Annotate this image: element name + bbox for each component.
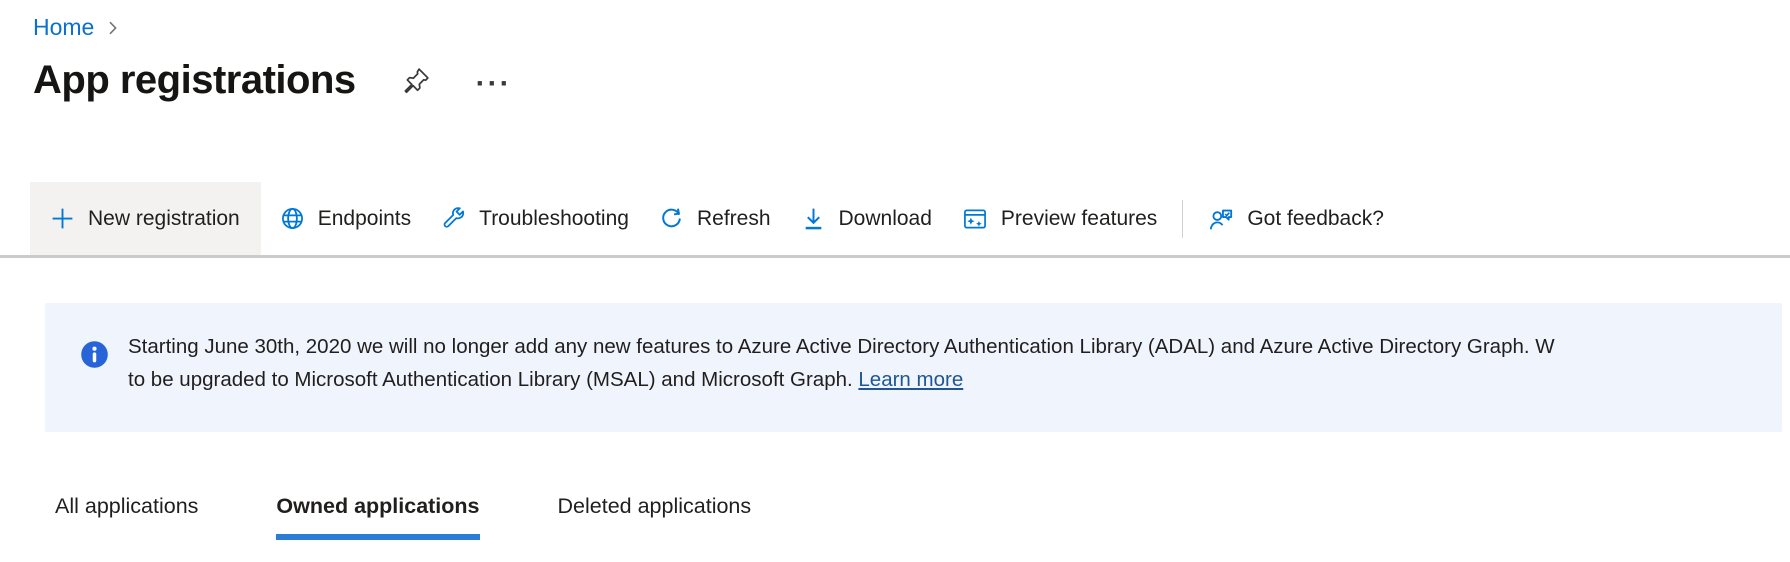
- learn-more-link[interactable]: Learn more: [858, 368, 963, 391]
- banner-message: Starting June 30th, 2020 we will no long…: [128, 330, 1782, 396]
- toolbar-bottom-divider: [0, 255, 1790, 258]
- download-button[interactable]: Download: [785, 182, 947, 255]
- banner-line2: to be upgraded to Microsoft Authenticati…: [128, 368, 964, 391]
- tab-deleted-applications[interactable]: Deleted applications: [558, 494, 752, 540]
- banner-line1: Starting June 30th, 2020 we will no long…: [128, 335, 1555, 358]
- feedback-icon: [1208, 206, 1234, 232]
- refresh-button[interactable]: Refresh: [643, 182, 786, 255]
- tab-all-applications[interactable]: All applications: [55, 494, 198, 540]
- page-title: App registrations: [33, 58, 356, 102]
- preview-features-icon: [962, 206, 988, 232]
- info-banner: Starting June 30th, 2020 we will no long…: [45, 303, 1782, 432]
- troubleshooting-button[interactable]: Troubleshooting: [426, 182, 644, 255]
- pin-icon[interactable]: [400, 65, 432, 97]
- preview-features-button[interactable]: Preview features: [946, 182, 1173, 255]
- globe-icon: [280, 206, 305, 231]
- got-feedback-button[interactable]: Got feedback?: [1193, 182, 1399, 255]
- wrench-icon: [441, 206, 466, 231]
- plus-icon: [50, 206, 75, 231]
- command-bar: New registration Endpoints Troubleshooti…: [30, 182, 1399, 255]
- refresh-icon: [659, 206, 684, 231]
- toolbar-divider: [1182, 199, 1184, 238]
- breadcrumb-home-link[interactable]: Home: [33, 14, 94, 41]
- more-options-icon[interactable]: ···: [476, 63, 512, 99]
- breadcrumb: Home: [33, 14, 122, 41]
- download-icon: [801, 206, 826, 231]
- endpoints-button[interactable]: Endpoints: [264, 182, 427, 255]
- chevron-right-icon: [104, 19, 122, 37]
- tab-owned-applications[interactable]: Owned applications: [276, 494, 480, 540]
- applications-tabs: All applications Owned applications Dele…: [55, 494, 751, 540]
- info-icon: [80, 340, 109, 369]
- new-registration-button[interactable]: New registration: [30, 182, 261, 255]
- page-header: App registrations ···: [33, 58, 512, 103]
